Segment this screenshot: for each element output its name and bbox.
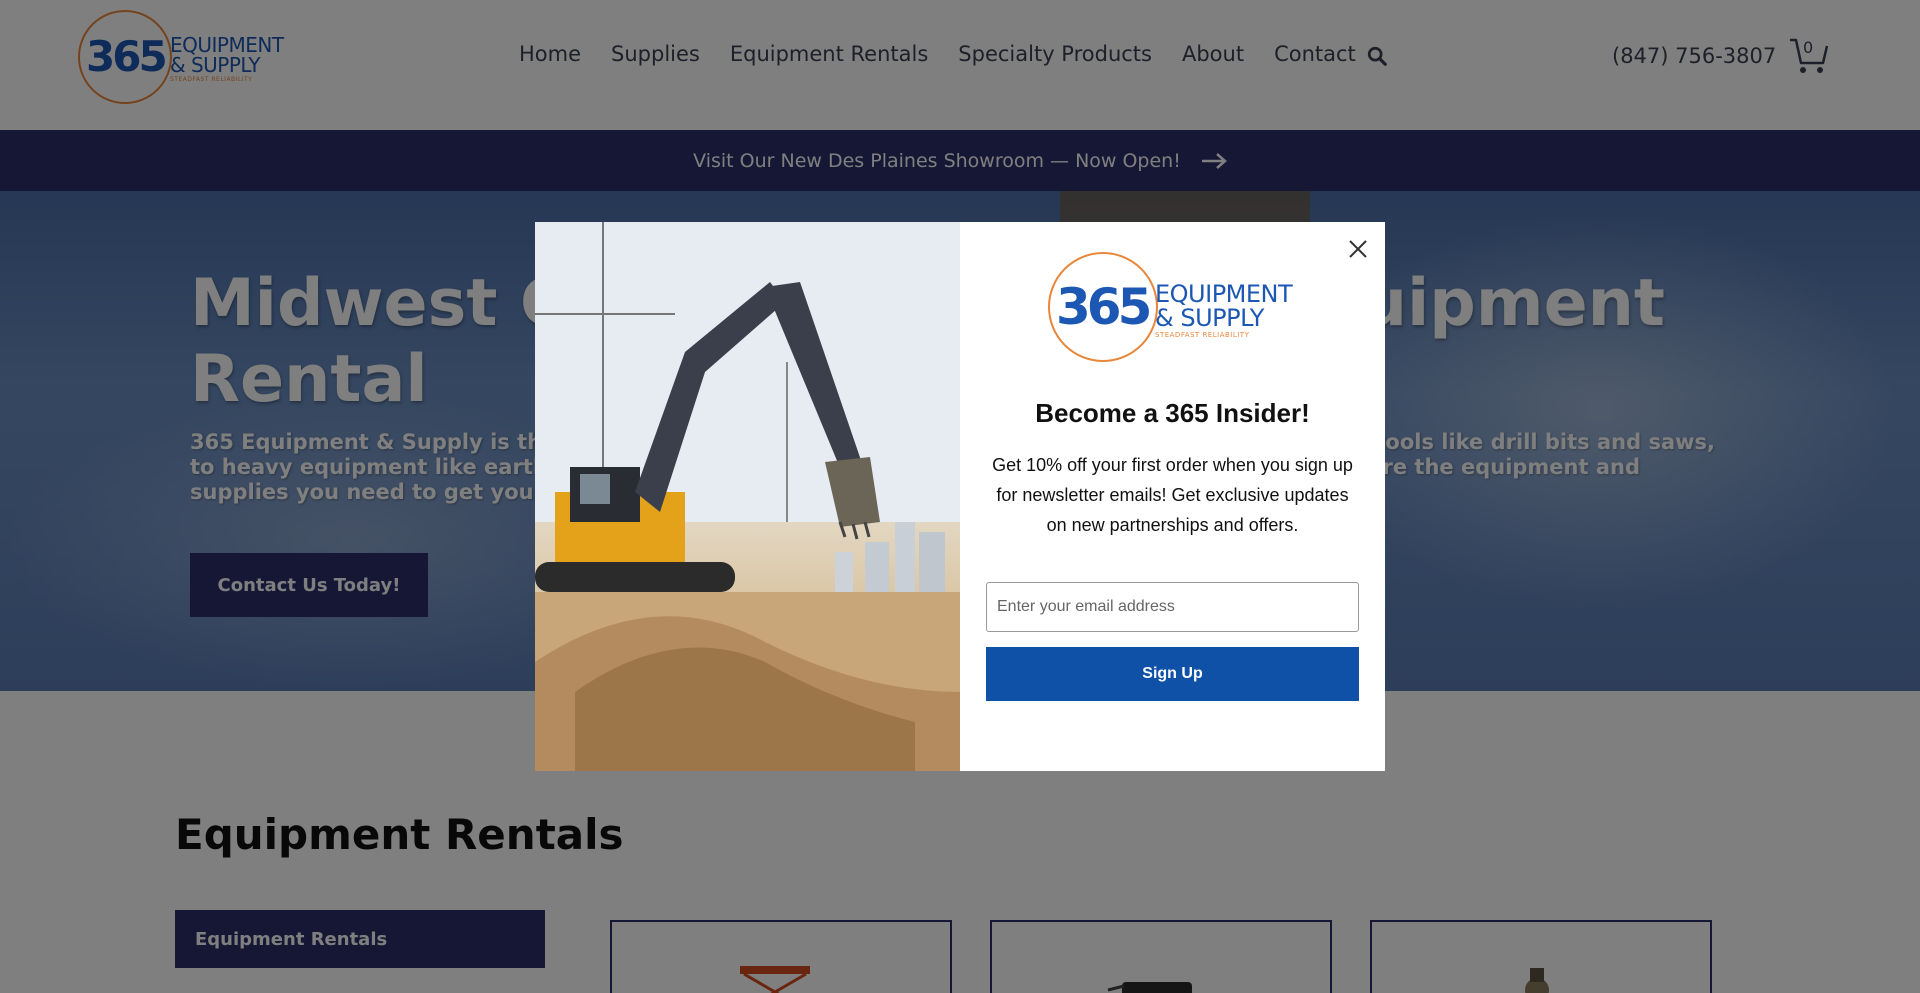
excavator-image (535, 222, 960, 771)
modal-title: Become a 365 Insider! (1035, 398, 1310, 428)
logo-number: 365 (1056, 278, 1152, 336)
logo-tagline: STEADFAST RELIABILITY (1155, 331, 1250, 339)
modal-description: Get 10% off your first order when you si… (992, 455, 1353, 535)
sign-up-button[interactable]: Sign Up (986, 647, 1359, 701)
logo-wordmark: EQUIPMENT & SUPPLY STEADFAST RELIABILITY (1155, 280, 1293, 339)
logo-line1: EQUIPMENT (1155, 280, 1293, 308)
modal-logo: 365 EQUIPMENT & SUPPLY STEADFAST RELIABI… (1048, 252, 1308, 364)
close-icon[interactable] (1345, 236, 1371, 262)
modal-content: 365 EQUIPMENT & SUPPLY STEADFAST RELIABI… (960, 222, 1385, 771)
logo-line2: & SUPPLY (1155, 304, 1264, 332)
newsletter-modal: 365 EQUIPMENT & SUPPLY STEADFAST RELIABI… (535, 222, 1385, 771)
excavator-illustration (535, 222, 960, 771)
email-input[interactable] (986, 582, 1359, 632)
